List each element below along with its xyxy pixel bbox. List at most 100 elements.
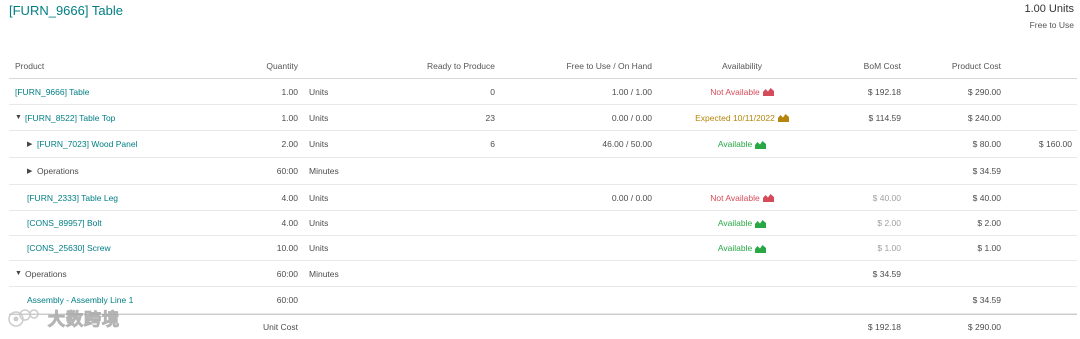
table-row: ▼ Operations 60:00 Minutes $ 34.59: [9, 261, 1077, 287]
uom-value: Units: [309, 243, 329, 253]
product-cost-value: $ 34.59: [972, 295, 1001, 305]
availability-cell: Not Available: [671, 79, 813, 104]
uom-value: Units: [309, 86, 329, 97]
table-row: Assembly - Assembly Line 1 60:00 $ 34.59: [9, 287, 1077, 314]
product-cost-value: $ 290.00: [967, 86, 1001, 97]
product-link[interactable]: [FURN_8522] Table Top: [25, 113, 115, 123]
table-row: [FURN_9666] Table 1.00 Units 0 1.00 / 1.…: [9, 79, 1077, 105]
uom-value: Units: [309, 139, 329, 149]
table-row: ▶ [FURN_7023] Wood Panel 2.00 Units 6 46…: [9, 131, 1077, 158]
table-header: Product Quantity Ready to Produce Free t…: [9, 54, 1077, 79]
collapse-caret-icon[interactable]: ▼: [15, 270, 25, 277]
quantity-value: 60:00: [276, 268, 298, 279]
availability-status: Available: [717, 243, 753, 253]
availability-status: Available: [717, 218, 753, 228]
units-total: 1.00 Units: [1024, 3, 1074, 15]
uom-value: Minutes: [309, 268, 339, 279]
availability-status: Not Available: [710, 192, 760, 203]
table-row: ▼ [FURN_8522] Table Top 1.00 Units 23 0.…: [9, 105, 1077, 131]
bom-cost-value: [814, 131, 901, 157]
product-cost-value: $ 80.00: [972, 139, 1001, 149]
bom-cost-value: $ 2.00: [877, 218, 901, 228]
bom-cost-value: $ 34.59: [872, 268, 901, 279]
table-row: [CONS_89957] Bolt 4.00 Units Available $…: [9, 211, 1077, 236]
forecast-chart-icon[interactable]: [755, 244, 767, 253]
column-header-availability: Availability: [721, 61, 762, 71]
bom-cost-value: $ 114.59: [868, 112, 901, 123]
report-title: [FURN_9666] Table: [9, 3, 123, 18]
unit-product-cost-value: $ 290.00: [967, 322, 1001, 332]
product-link[interactable]: [FURN_2333] Table Leg: [27, 193, 118, 203]
free-on-hand-value: 0.00 / 0.00: [611, 112, 652, 123]
product-cost-value: $ 2.00: [977, 218, 1001, 228]
forecast-chart-icon[interactable]: [755, 219, 767, 228]
expand-caret-icon[interactable]: ▶: [27, 167, 37, 175]
quantity-value: 60:00: [276, 295, 298, 305]
quantity-summary: 1.00 Units Free to Use: [1024, 3, 1074, 30]
quantity-value: 10.00: [276, 243, 298, 253]
product-cost-value: $ 40.00: [972, 192, 1001, 203]
free-on-hand-value: 0.00 / 0.00: [611, 192, 652, 203]
product-link[interactable]: [FURN_9666] Table: [15, 87, 90, 97]
availability-cell: Available: [671, 131, 813, 157]
forecast-chart-icon[interactable]: [762, 87, 774, 96]
availability-status: Expected 10/11/2022: [695, 112, 775, 123]
uom-value: Minutes: [309, 166, 339, 176]
availability-status: Available: [717, 139, 753, 149]
column-header-ready-to-produce: Ready to Produce: [426, 61, 495, 71]
quantity-value: 1.00: [281, 86, 298, 97]
free-to-use-label: Free to Use: [1029, 20, 1074, 30]
uom-value: Units: [309, 218, 329, 228]
bom-cost-value: $ 40.00: [872, 192, 901, 203]
column-header-bom-cost: BoM Cost: [863, 61, 901, 71]
availability-cell: Expected 10/11/2022: [671, 105, 813, 130]
column-header-product: Product: [15, 61, 45, 71]
column-header-quantity: Quantity: [266, 61, 298, 71]
watermark-text: 大数跨境: [48, 310, 120, 330]
product-link[interactable]: [CONS_89957] Bolt: [27, 218, 102, 228]
product-link[interactable]: [CONS_25630] Screw: [27, 243, 111, 253]
free-on-hand-value: 1.00 / 1.00: [611, 86, 652, 97]
product-link[interactable]: [FURN_7023] Wood Panel: [37, 139, 137, 149]
product-cost-value: $ 1.00: [977, 243, 1001, 253]
bom-cost-value: $ 192.18: [867, 86, 901, 97]
operations-label[interactable]: Operations: [25, 269, 67, 279]
unit-cost-row: Unit Cost $ 192.18 $ 290.00: [9, 314, 1077, 339]
availability-cell: Available: [671, 236, 813, 260]
product-cost-value: $ 240.00: [967, 112, 1001, 123]
collapse-caret-icon[interactable]: ▼: [15, 114, 25, 121]
column-header-product-cost: Product Cost: [951, 61, 1001, 71]
table-row: [CONS_25630] Screw 10.00 Units Available…: [9, 236, 1077, 261]
quantity-value: 4.00: [281, 218, 298, 228]
availability-cell: Not Available: [671, 185, 813, 210]
column-header-free-on-hand: Free to Use / On Hand: [566, 61, 652, 71]
workcenter-link[interactable]: Assembly - Assembly Line 1: [27, 295, 133, 305]
expand-caret-icon[interactable]: ▶: [27, 140, 37, 148]
bom-table: Product Quantity Ready to Produce Free t…: [9, 54, 1077, 339]
availability-status: Not Available: [710, 86, 760, 97]
quantity-value: 2.00: [281, 139, 298, 149]
forecast-chart-icon[interactable]: [762, 193, 774, 202]
forecast-chart-icon[interactable]: [755, 140, 767, 149]
quantity-value: 60:00: [276, 166, 298, 176]
ready-to-produce-value: 23: [485, 112, 495, 123]
forecast-chart-icon[interactable]: [777, 113, 789, 122]
ready-to-produce-value: 6: [490, 139, 495, 149]
watermark: 大数跨境: [8, 305, 120, 330]
uom-value: Units: [309, 192, 329, 203]
free-on-hand-value: 46.00 / 50.00: [602, 139, 652, 149]
quantity-value: 1.00: [281, 112, 298, 123]
watermark-logo-icon: [8, 308, 39, 327]
operations-label[interactable]: Operations: [37, 166, 79, 176]
unit-bom-cost-value: $ 192.18: [867, 322, 901, 332]
uom-value: Units: [309, 112, 329, 123]
product-cost-value: $ 34.59: [972, 166, 1001, 176]
availability-cell: Available: [671, 211, 813, 235]
table-row: ▶ Operations 60:00 Minutes $ 34.59: [9, 158, 1077, 185]
unit-cost-label: Unit Cost: [263, 322, 298, 332]
bom-cost-value: $ 1.00: [877, 243, 901, 253]
quantity-value: 4.00: [281, 192, 298, 203]
table-row: [FURN_2333] Table Leg 4.00 Units 0.00 / …: [9, 185, 1077, 211]
ready-to-produce-value: 0: [490, 86, 495, 97]
total-cost-value: $ 160.00: [1038, 139, 1072, 149]
